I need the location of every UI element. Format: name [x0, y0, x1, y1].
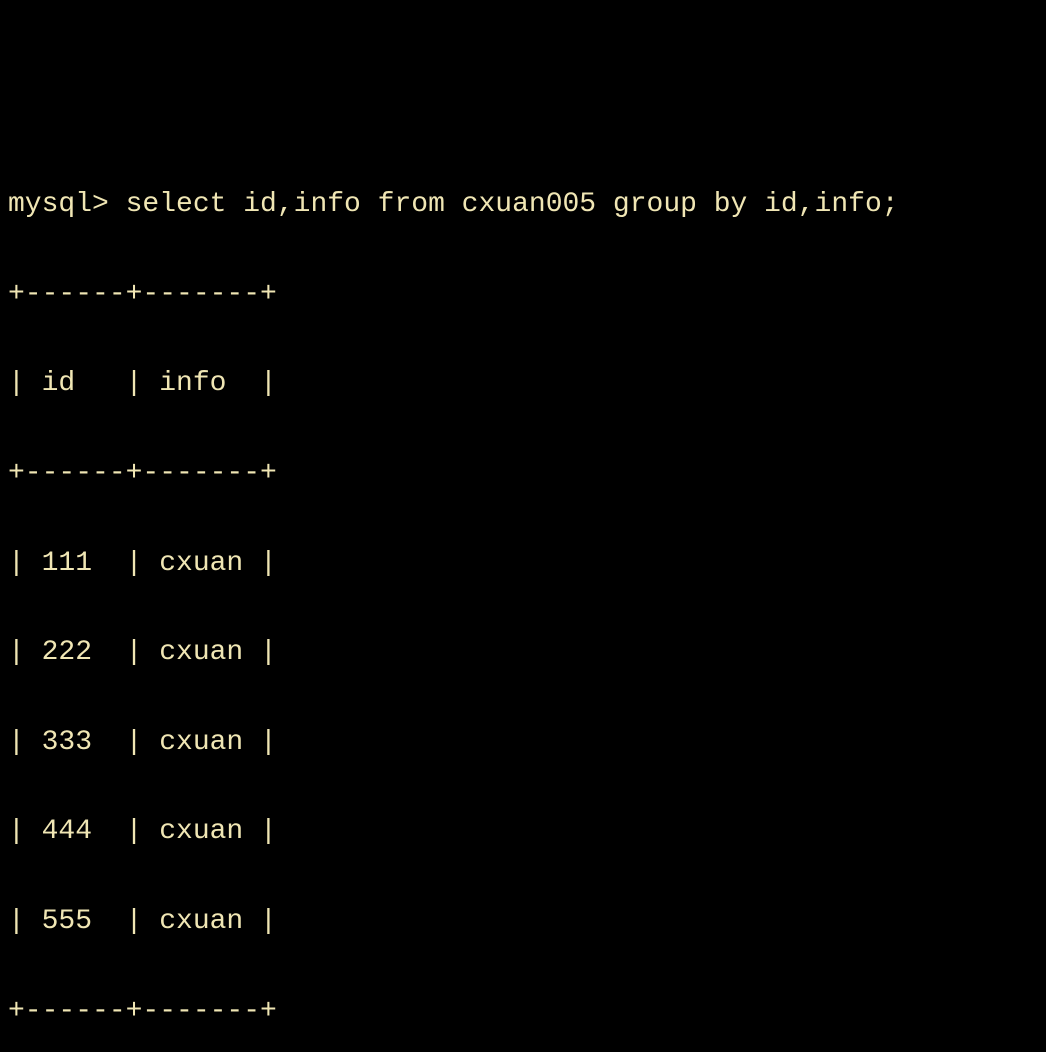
- table-row: | 111 | cxuan |: [8, 542, 1038, 587]
- table-border-bot: +------+-------+: [8, 990, 1038, 1035]
- table-row: | 555 | cxuan |: [8, 900, 1038, 945]
- table-row: | 222 | cxuan |: [8, 631, 1038, 676]
- table-row: | 444 | cxuan |: [8, 810, 1038, 855]
- table-border-top: +------+-------+: [8, 273, 1038, 318]
- table-border-mid: +------+-------+: [8, 452, 1038, 497]
- sql-command: select id,info from cxuan005 group by id…: [126, 189, 899, 220]
- table-row: | 333 | cxuan |: [8, 721, 1038, 766]
- command-line[interactable]: mysql> select id,info from cxuan005 grou…: [8, 183, 1038, 228]
- table-header: | id | info |: [8, 362, 1038, 407]
- prompt: mysql>: [8, 189, 126, 220]
